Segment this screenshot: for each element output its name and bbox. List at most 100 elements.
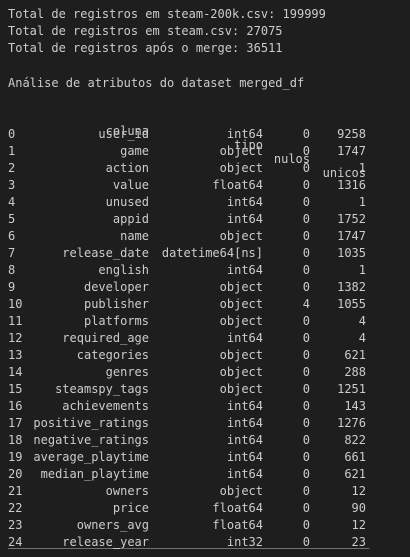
cell-coluna: user_id	[98, 127, 149, 141]
cell-tipo: object	[219, 297, 263, 311]
cell-coluna: english	[98, 263, 149, 277]
table-row: 20 median_playtime int64 0 621	[0, 466, 410, 483]
cell-nulos: 0	[302, 280, 310, 294]
cell-nulos: 0	[302, 399, 310, 413]
cell-unicos: 1251	[337, 382, 366, 396]
cell-unicos: 4	[358, 331, 366, 345]
cell-tipo: object	[219, 161, 263, 175]
cell-unicos: 9258	[337, 127, 366, 141]
cell-unicos: 288	[344, 365, 366, 379]
cell-coluna: game	[120, 144, 149, 158]
cell-coluna: publisher	[83, 297, 149, 311]
cell-coluna: appid	[112, 212, 149, 226]
table-row: 4 unused int64 0 1	[0, 194, 410, 211]
table-row: 12 required_age int64 0 4	[0, 330, 410, 347]
cell-unicos: 822	[344, 433, 366, 447]
table-row: 10 publisher object 4 1055	[0, 296, 410, 313]
cell-coluna: price	[112, 501, 149, 515]
table-row: 23 owners_avg float64 0 12	[0, 517, 410, 534]
cell-nulos: 0	[302, 178, 310, 192]
cell-tipo: int64	[226, 212, 263, 226]
cell-tipo: object	[219, 280, 263, 294]
cell-tipo: int64	[226, 263, 263, 277]
cell-tipo: object	[219, 144, 263, 158]
clipped-line-text: ────────────────────────────────────────…	[8, 548, 370, 555]
table-header-row: coluna tipo nulos unicos	[0, 109, 410, 180]
cell-tipo: object	[219, 229, 263, 243]
cell-coluna: owners_avg	[76, 518, 149, 532]
cell-nulos: 0	[302, 314, 310, 328]
table-row: 6 name object 0 1747	[0, 228, 410, 245]
table-row: 15 steamspy_tags object 0 1251	[0, 381, 410, 398]
clipped-line: ────────────────────────────────────────…	[0, 548, 410, 557]
cell-unicos: 1	[358, 161, 366, 175]
cell-nulos: 0	[302, 331, 310, 345]
cell-nulos: 0	[302, 229, 310, 243]
cell-coluna: steamspy_tags	[55, 382, 149, 396]
cell-tipo: datetime64[ns]	[161, 246, 263, 260]
cell-nulos: 0	[302, 348, 310, 362]
cell-coluna: value	[112, 178, 149, 192]
cell-nulos: 0	[302, 433, 310, 447]
cell-coluna: categories	[76, 348, 149, 362]
cell-coluna: action	[105, 161, 149, 175]
cell-nulos: 0	[302, 263, 310, 277]
cell-unicos: 621	[344, 467, 366, 481]
cell-nulos: 0	[302, 127, 310, 141]
cell-tipo: object	[219, 314, 263, 328]
cell-unicos: 1276	[337, 416, 366, 430]
cell-coluna: unused	[105, 195, 149, 209]
cell-coluna: platforms	[83, 314, 149, 328]
table-row: 17 positive_ratings int64 0 1276	[0, 415, 410, 432]
cell-nulos: 0	[302, 195, 310, 209]
table-row: 14 genres object 0 288	[0, 364, 410, 381]
cell-unicos: 1747	[337, 229, 366, 243]
cell-unicos: 12	[351, 518, 366, 532]
table-row: 13 categories object 0 621	[0, 347, 410, 364]
table-row: 18 negative_ratings int64 0 822	[0, 432, 410, 449]
cell-unicos: 1752	[337, 212, 366, 226]
summary-line-3: Total de registros após o merge: 36511	[8, 41, 283, 55]
cell-tipo: int64	[226, 127, 263, 141]
table-row: 5 appid int64 0 1752	[0, 211, 410, 228]
cell-unicos: 1382	[337, 280, 366, 294]
cell-nulos: 0	[302, 484, 310, 498]
cell-nulos: 0	[302, 246, 310, 260]
cell-nulos: 0	[302, 416, 310, 430]
table-row: 3 value float64 0 1316	[0, 177, 410, 194]
cell-tipo: object	[219, 348, 263, 362]
cell-tipo: object	[219, 365, 263, 379]
cell-unicos: 621	[344, 348, 366, 362]
cell-coluna: name	[120, 229, 149, 243]
cell-tipo: int64	[226, 450, 263, 464]
table-row: 1 game object 0 1747	[0, 143, 410, 160]
table-row: 11 platforms object 0 4	[0, 313, 410, 330]
cell-unicos: 1035	[337, 246, 366, 260]
cell-coluna: genres	[105, 365, 149, 379]
cell-unicos: 1747	[337, 144, 366, 158]
cell-coluna: owners	[105, 484, 149, 498]
table-row: 9 developer object 0 1382	[0, 279, 410, 296]
cell-unicos: 4	[358, 314, 366, 328]
table-row: 16 achievements int64 0 143	[0, 398, 410, 415]
cell-unicos: 1	[358, 263, 366, 277]
cell-tipo: float64	[212, 501, 263, 515]
cell-coluna: negative_ratings	[33, 433, 149, 447]
summary-line-1: Total de registros em steam-200k.csv: 19…	[8, 7, 326, 21]
cell-coluna: release_date	[62, 246, 149, 260]
cell-tipo: int64	[226, 416, 263, 430]
cell-tipo: int64	[226, 195, 263, 209]
cell-nulos: 0	[302, 450, 310, 464]
cell-unicos: 143	[344, 399, 366, 413]
cell-nulos: 0	[302, 382, 310, 396]
table-row: 0 user_id int64 0 9258	[0, 126, 410, 143]
cell-tipo: int64	[226, 399, 263, 413]
table-row: 21 owners object 0 12	[0, 483, 410, 500]
cell-tipo: object	[219, 484, 263, 498]
cell-nulos: 4	[302, 297, 310, 311]
cell-tipo: object	[219, 382, 263, 396]
cell-coluna: required_age	[62, 331, 149, 345]
cell-nulos: 0	[302, 501, 310, 515]
cell-nulos: 0	[302, 212, 310, 226]
cell-coluna: achievements	[62, 399, 149, 413]
